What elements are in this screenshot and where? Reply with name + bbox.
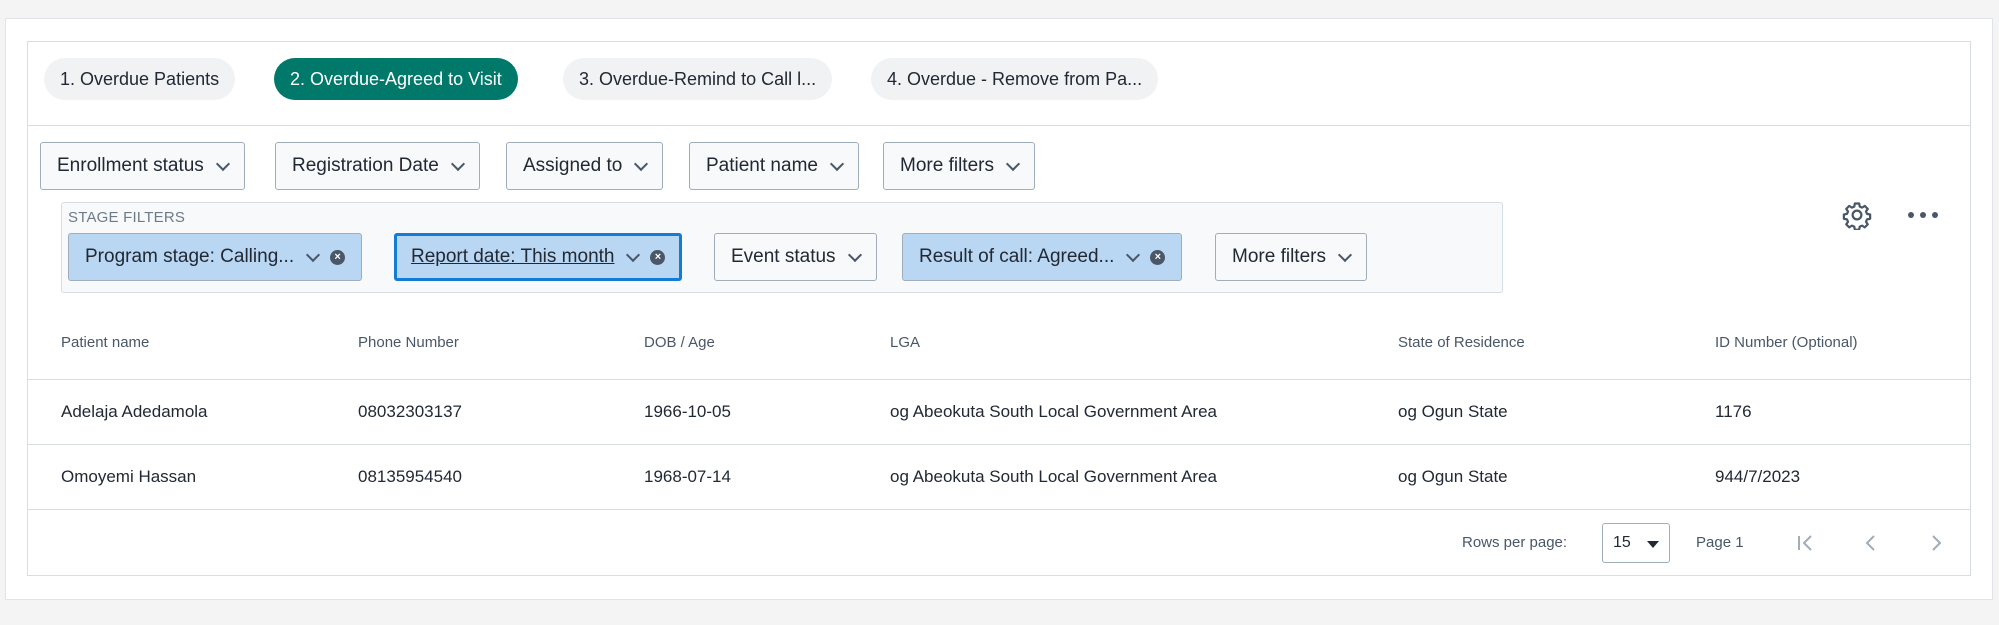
column-header-id-number[interactable]: ID Number (Optional) [1715, 334, 1858, 351]
filter-label: Program stage: Calling... [85, 246, 295, 267]
cell-patient-name: Omoyemi Hassan [61, 467, 197, 486]
rows-per-page-label: Rows per page: [1462, 534, 1568, 551]
rows-per-page-value: 15 [1613, 534, 1631, 551]
chevron-down-icon [829, 156, 845, 171]
chevron-down-icon [1337, 247, 1353, 262]
cell-lga: og Abeokuta South Local Government Area [890, 402, 1218, 421]
chevron-down-icon [215, 156, 230, 171]
table-row[interactable]: Adelaja Adedamola 08032303137 1966-10-05… [28, 380, 1970, 444]
tab-overdue-patients[interactable]: 1. Overdue Patients [44, 58, 236, 100]
divider [28, 509, 1970, 510]
stage-filter-program-stage[interactable]: Program stage: Calling... × [68, 233, 363, 281]
working-list-tabs: 1. Overdue Patients 2. Overdue-Agreed to… [28, 42, 1970, 126]
stage-filters-panel: STAGE FILTERS Program stage: Calling... … [61, 202, 1503, 293]
cell-id-number: 944/7/2023 [1715, 467, 1801, 486]
rows-per-page-select[interactable]: 15 [1602, 523, 1670, 563]
cell-state: og Ogun State [1398, 402, 1508, 421]
dot [1920, 212, 1926, 218]
working-list-card: 1. Overdue Patients 2. Overdue-Agreed to… [27, 41, 1971, 576]
filter-label: More filters [1232, 246, 1326, 267]
chevron-down-icon [450, 156, 465, 171]
chevron-down-icon [634, 156, 649, 171]
cell-phone-number: 08135954540 [358, 467, 463, 486]
filter-label: Enrollment status [57, 155, 204, 176]
next-page-icon[interactable] [1919, 526, 1953, 560]
page-indicator: Page 1 [1696, 534, 1744, 551]
chevron-down-icon [1126, 247, 1141, 262]
stage-filter-event-status[interactable]: Event status [714, 233, 877, 281]
close-circle-icon[interactable]: × [1150, 249, 1166, 265]
tab-overdue-remind-to-call[interactable]: 3. Overdue-Remind to Call l... [563, 58, 833, 100]
filter-label: Assigned to [523, 155, 623, 176]
table-row[interactable]: Omoyemi Hassan 08135954540 1968-07-14 og… [28, 445, 1970, 509]
chevron-down-icon [847, 247, 862, 262]
filter-enrollment-status[interactable]: Enrollment status [40, 142, 245, 190]
stage-filter-report-date[interactable]: Report date: This month × [394, 233, 683, 281]
chevron-down-icon [626, 247, 641, 262]
column-header-lga[interactable]: LGA [890, 334, 920, 351]
filter-label: More filters [900, 155, 994, 176]
filter-label: Patient name [706, 155, 818, 176]
stage-filter-more-filters[interactable]: More filters [1215, 233, 1367, 281]
cell-dob: 1966-10-05 [644, 402, 731, 421]
filter-label: Event status [731, 246, 836, 267]
filter-label: Report date: This month [411, 246, 615, 267]
column-header-state-of-residence[interactable]: State of Residence [1398, 334, 1525, 351]
gear-icon[interactable] [1842, 200, 1872, 231]
stage-filters-label: STAGE FILTERS [68, 209, 186, 226]
filter-registration-date[interactable]: Registration Date [275, 142, 480, 190]
cell-dob: 1968-07-14 [644, 467, 731, 486]
close-circle-icon[interactable]: × [650, 249, 666, 265]
cell-patient-name: Adelaja Adedamola [61, 402, 208, 421]
tab-overdue-agreed-to-visit[interactable]: 2. Overdue-Agreed to Visit [274, 58, 518, 100]
close-circle-icon[interactable]: × [330, 249, 346, 265]
filter-label: Registration Date [292, 155, 439, 176]
cell-id-number: 1176 [1715, 402, 1752, 421]
previous-page-icon[interactable] [1854, 526, 1888, 560]
cell-state: og Ogun State [1398, 467, 1508, 486]
filter-more-filters[interactable]: More filters [883, 142, 1035, 190]
column-header-phone-number[interactable]: Phone Number [358, 334, 459, 351]
cell-phone-number: 08032303137 [358, 402, 463, 421]
more-horizontal-icon[interactable] [1908, 200, 1938, 230]
chevron-down-icon [1005, 156, 1021, 171]
cell-lga: og Abeokuta South Local Government Area [890, 467, 1218, 486]
dot [1908, 212, 1914, 218]
filter-label: Result of call: Agreed... [919, 246, 1115, 267]
column-header-dob-age[interactable]: DOB / Age [644, 334, 715, 351]
tab-overdue-remove[interactable]: 4. Overdue - Remove from Pa... [871, 58, 1159, 100]
filter-assigned-to[interactable]: Assigned to [506, 142, 664, 190]
caret-down-icon [1647, 541, 1659, 548]
chevron-down-icon [306, 247, 321, 262]
filter-patient-name[interactable]: Patient name [689, 142, 859, 190]
stage-filter-result-of-call[interactable]: Result of call: Agreed... × [902, 233, 1183, 281]
dot [1932, 212, 1938, 218]
first-page-icon[interactable] [1789, 526, 1823, 560]
column-header-patient-name[interactable]: Patient name [61, 334, 149, 351]
